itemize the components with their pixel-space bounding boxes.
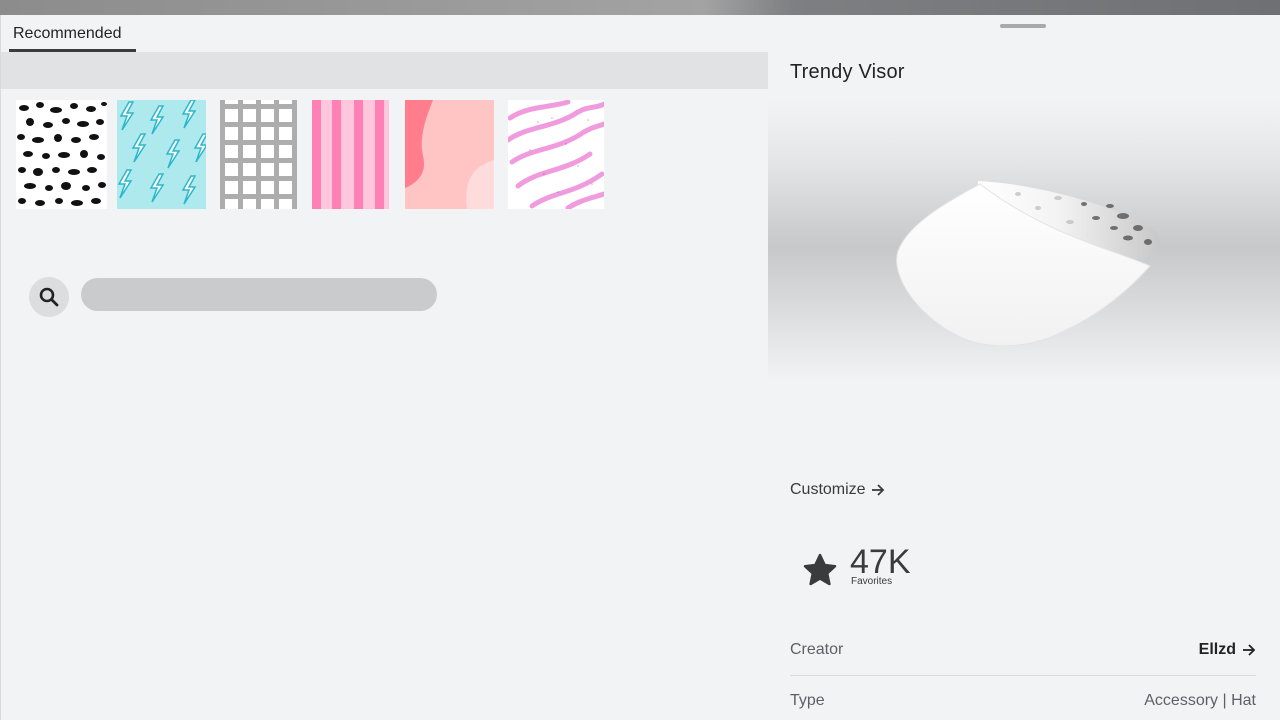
filter-band (1, 52, 769, 89)
swatch-pink-stripes[interactable] (312, 100, 389, 209)
favorites-label: Favorites (851, 576, 893, 587)
divider (790, 675, 1256, 676)
creator-link[interactable]: Ellzd (1199, 641, 1256, 659)
search-button[interactable] (29, 277, 69, 317)
left-panel: Recommended (0, 15, 769, 720)
creator-label: Creator (790, 641, 844, 658)
customize-link[interactable]: Customize (790, 481, 885, 499)
swatch-pink-waves[interactable] (405, 100, 494, 209)
arrow-right-icon (1243, 644, 1256, 656)
drag-handle[interactable] (1000, 24, 1046, 28)
visor-image (896, 181, 1160, 347)
tab-recommended[interactable]: Recommended (9, 23, 136, 52)
type-value: Accessory | Hat (1144, 692, 1256, 709)
type-label: Type (790, 692, 825, 709)
star-icon (803, 553, 837, 586)
search-input[interactable] (81, 278, 437, 311)
top-strip (0, 0, 1280, 15)
swatch-zebra-pink[interactable] (508, 100, 604, 209)
creator-name: Ellzd (1198, 641, 1236, 658)
arrow-right-icon (871, 484, 884, 496)
item-preview[interactable] (768, 101, 1280, 381)
item-title: Trendy Visor (790, 61, 905, 83)
item-details-panel: Trendy Visor Customize 47K Favorites Cre… (768, 15, 1280, 720)
search-icon (39, 287, 59, 307)
swatch-lightning-bolts[interactable] (117, 100, 206, 209)
swatch-gingham[interactable] (220, 100, 297, 209)
customize-label: Customize (790, 481, 866, 498)
swatch-leopard-print[interactable] (16, 100, 107, 209)
